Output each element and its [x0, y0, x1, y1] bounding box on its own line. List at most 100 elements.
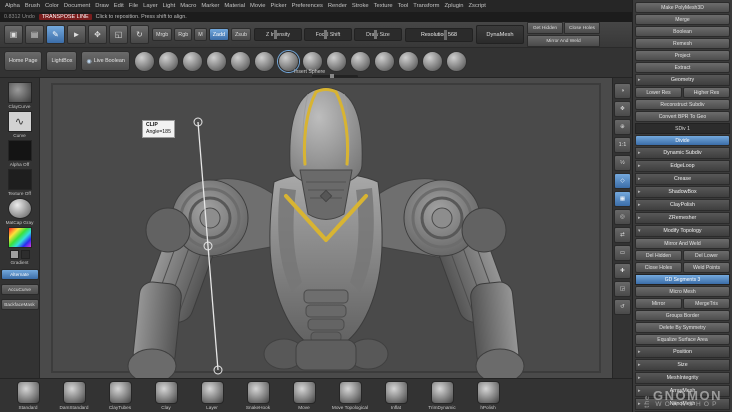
focal-shift-slider[interactable]: Focal Shift — [303, 28, 352, 41]
brush-claytubes[interactable]: ClayTubes — [100, 381, 140, 412]
scale-icon[interactable]: ◱ — [109, 25, 128, 44]
brush-damstandard[interactable]: DamStandard — [54, 381, 94, 412]
tool-reconstruct-subdiv-button[interactable]: Reconstruct Subdiv — [635, 99, 730, 110]
matcap-gray-thumb[interactable] — [7, 198, 32, 219]
panel-header-shadowbox[interactable]: ▸ ShadowBox — [635, 186, 730, 198]
tool-divide-button[interactable]: Divide — [635, 135, 730, 146]
tool-extract-button[interactable]: Extract — [635, 62, 730, 73]
menu-color[interactable]: Color — [45, 3, 59, 9]
tool-lower-res-button[interactable]: Lower Res — [635, 87, 682, 98]
tool-mirror-and-weld-button[interactable]: Mirror And Weld — [635, 238, 730, 249]
menu-texture[interactable]: Texture — [374, 3, 393, 9]
brush-inflat[interactable]: Inflat — [376, 381, 416, 412]
scale-view-icon[interactable]: ◲ — [614, 281, 631, 297]
brush-layer[interactable]: Layer — [192, 381, 232, 412]
mode-rgb-button[interactable]: Rgb — [174, 28, 193, 41]
scroll-icon[interactable]: ✥ — [614, 101, 631, 117]
tool-project-button[interactable]: Project — [635, 50, 730, 61]
move-view-icon[interactable]: ✚ — [614, 263, 631, 279]
menu-zscript[interactable]: Zscript — [469, 3, 486, 9]
draw-pointer-icon[interactable]: ► — [67, 25, 86, 44]
menu-layer[interactable]: Layer — [143, 3, 158, 9]
brush-move[interactable]: Move — [284, 381, 324, 412]
dynamesh-button[interactable]: DynaMesh — [475, 25, 524, 44]
tool-make-polymesh3d-button[interactable]: Make PolyMesh3D — [635, 2, 730, 13]
alpha-off-thumb[interactable] — [7, 140, 32, 161]
tool-mergetris-button[interactable]: MergeTris — [683, 298, 730, 309]
tool-weld-points-button[interactable]: Weld Points — [683, 262, 730, 273]
primary-color-swatch[interactable] — [9, 250, 19, 259]
menu-picker[interactable]: Picker — [270, 3, 286, 9]
menu-light[interactable]: Light — [163, 3, 176, 9]
actual-size-icon[interactable]: 1:1 — [614, 137, 631, 153]
panel-header-edgeloop[interactable]: ▸ EdgeLoop — [635, 160, 730, 172]
tray-accucurve-button[interactable]: AccuCurve — [0, 284, 39, 295]
menu-material[interactable]: Material — [224, 3, 245, 9]
gradient-thumb[interactable] — [7, 227, 32, 248]
sculpt-zadd-button[interactable]: Zadd — [208, 28, 229, 41]
panel-header-zremesher[interactable]: ▸ ZRemesher — [635, 212, 730, 224]
insert-brush-thumb[interactable] — [325, 51, 347, 72]
draw-size-slider[interactable]: Draw Size — [353, 28, 402, 41]
z-intensity-slider[interactable]: Z Intensity — [253, 28, 302, 41]
tool-micro-mesh-button[interactable]: Micro Mesh — [635, 286, 730, 297]
viewport-canvas[interactable]: CLIP Angle=185 — [40, 78, 612, 378]
mode-m-button[interactable]: M — [194, 28, 207, 41]
zoom-icon[interactable]: ⊕ — [614, 119, 631, 135]
tool-mirror-button[interactable]: Mirror — [635, 298, 682, 309]
brush-standard[interactable]: Standard — [8, 381, 48, 412]
move-icon[interactable]: ✥ — [88, 25, 107, 44]
secondary-color-swatch[interactable] — [20, 250, 30, 259]
menu-tool[interactable]: Tool — [398, 3, 409, 9]
insert-brush-thumb[interactable] — [229, 51, 251, 72]
tool-remesh-button[interactable]: Remesh — [635, 38, 730, 49]
rotate-icon[interactable]: ↻ — [130, 25, 149, 44]
menu-macro[interactable]: Macro — [180, 3, 196, 9]
tool-del-hidden-button[interactable]: Del Hidden — [635, 250, 682, 261]
sculpt-zsub-button[interactable]: Zsub — [230, 28, 251, 41]
tool-merge-button[interactable]: Merge — [635, 14, 730, 25]
tool-boolean-button[interactable]: Boolean — [635, 26, 730, 37]
brush-move-topological[interactable]: Move Topological — [330, 381, 370, 412]
home-page-button[interactable]: Home Page — [4, 51, 43, 71]
menu-edit[interactable]: Edit — [114, 3, 124, 9]
insert-brush-thumb[interactable] — [397, 51, 419, 72]
tool-convert-bpr-to-geo-button[interactable]: Convert BPR To Geo — [635, 111, 730, 122]
curve-thumb[interactable] — [7, 111, 32, 132]
lsym-icon[interactable]: ⇄ — [614, 227, 631, 243]
insert-brush-thumb[interactable] — [205, 51, 227, 72]
panel-header-claypolish[interactable]: ▸ ClayPolish — [635, 199, 730, 211]
aa-half-icon[interactable]: ½ — [614, 155, 631, 171]
local-pivot-icon[interactable]: ◎ — [614, 209, 631, 225]
panel-header-geometry[interactable]: ▸ Geometry — [635, 74, 730, 86]
projection-master-icon[interactable]: ▣ — [4, 25, 23, 44]
menu-brush[interactable]: Brush — [25, 3, 40, 9]
insert-brush-thumb[interactable] — [349, 51, 371, 72]
menu-stroke[interactable]: Stroke — [352, 3, 369, 9]
toolbar-close-holes-button[interactable]: Close Holes — [563, 22, 600, 34]
panel-header-modify-topology[interactable]: ▾ Modify Topology — [635, 225, 730, 237]
frame-icon[interactable]: ▭ — [614, 245, 631, 261]
menu-movie[interactable]: Movie — [250, 3, 265, 9]
panel-header-meshintegrity[interactable]: ▸ MeshIntegrity — [635, 372, 730, 384]
insert-brush-thumb[interactable] — [253, 51, 275, 72]
menu-marker[interactable]: Marker — [201, 3, 219, 9]
edit-pencil-icon[interactable]: ✎ — [46, 25, 65, 44]
menu-file[interactable]: File — [129, 3, 138, 9]
toolbar-mirror-and-weld-button[interactable]: Mirror And Weld — [526, 35, 600, 47]
texture-off-thumb[interactable] — [7, 169, 32, 190]
tool-equalize-surface-area-button[interactable]: Equalize Surface Area — [635, 334, 730, 345]
insert-brush-thumb[interactable] — [157, 51, 179, 72]
insert-brush-thumb[interactable] — [421, 51, 443, 72]
mode-mrgb-button[interactable]: Mrgb — [152, 28, 173, 41]
claycurve-thumb[interactable] — [7, 82, 32, 103]
persp-icon[interactable]: ◇ — [614, 173, 631, 189]
tool-close-holes-button[interactable]: Close Holes — [635, 262, 682, 273]
panel-header-dynamic-subdiv[interactable]: ▸ Dynamic Subdiv — [635, 147, 730, 159]
tool-delete-by-symmetry-button[interactable]: Delete By Symmetry — [635, 322, 730, 333]
tool-groups-border-button[interactable]: Groups Border — [635, 310, 730, 321]
tray-backfacemask-button[interactable]: BackfaceMask — [0, 299, 39, 310]
menu-render[interactable]: Render — [328, 3, 347, 9]
brush-hpolish[interactable]: hPolish — [468, 381, 508, 412]
brush-snakehook[interactable]: SnakeHook — [238, 381, 278, 412]
